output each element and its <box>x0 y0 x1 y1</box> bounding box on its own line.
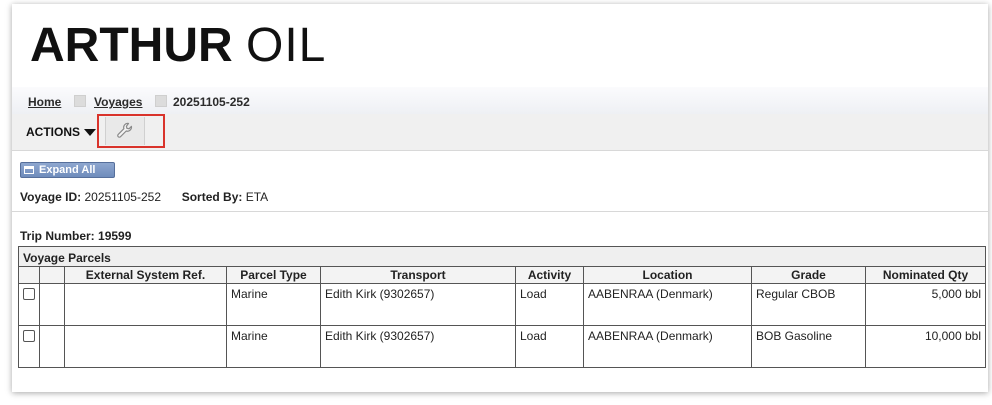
wrench-icon <box>117 122 133 138</box>
select-column-header <box>18 266 40 284</box>
nominated-qty-cell: 10,000 bbl <box>865 325 986 368</box>
tools-button[interactable] <box>105 117 145 145</box>
transport-cell: Edith Kirk (9302657) <box>320 283 516 326</box>
external-ref-cell <box>64 283 227 326</box>
voyage-parcels-table: Voyage Parcels External System Ref. Parc… <box>18 246 986 368</box>
divider <box>12 211 988 212</box>
row-select-cell <box>18 283 40 326</box>
actions-menu-button[interactable]: ACTIONS <box>26 125 96 139</box>
nominated-qty-cell: 5,000 bbl <box>865 283 986 326</box>
column-header-activity[interactable]: Activity <box>515 266 584 284</box>
expand-all-label: Expand All <box>39 164 96 176</box>
external-ref-cell <box>64 325 227 368</box>
expand-icon <box>24 166 34 174</box>
column-header-location[interactable]: Location <box>583 266 752 284</box>
trip-number-label: Trip Number: <box>20 229 95 243</box>
parcel-type-cell: Marine <box>226 283 321 326</box>
column-header-grade[interactable]: Grade <box>751 266 866 284</box>
trip-number: Trip Number: 19599 <box>20 229 131 243</box>
location-cell: AABENRAA (Denmark) <box>583 283 752 326</box>
column-header-parcel-type[interactable]: Parcel Type <box>226 266 321 284</box>
blank-cell <box>39 325 65 368</box>
column-header-nominated-qty[interactable]: Nominated Qty <box>865 266 986 284</box>
row-checkbox[interactable] <box>23 330 35 342</box>
breadcrumb-separator-icon <box>74 95 86 107</box>
breadcrumb-voyages[interactable]: Voyages <box>94 95 142 109</box>
voyage-id-value: 20251105-252 <box>84 190 161 204</box>
trip-number-value: 19599 <box>98 229 132 243</box>
table-header-row: External System Ref. Parcel Type Transpo… <box>18 266 986 284</box>
activity-cell: Load <box>515 283 584 326</box>
voyage-id-label: Voyage ID: <box>20 190 82 204</box>
column-header-external-ref[interactable]: External System Ref. <box>64 266 227 284</box>
parcel-type-cell: Marine <box>226 325 321 368</box>
column-header-transport[interactable]: Transport <box>320 266 516 284</box>
activity-cell: Load <box>515 325 584 368</box>
breadcrumb-home[interactable]: Home <box>28 95 61 109</box>
breadcrumb-separator-icon <box>155 95 167 107</box>
transport-cell: Edith Kirk (9302657) <box>320 325 516 368</box>
location-cell: AABENRAA (Denmark) <box>583 325 752 368</box>
expand-all-button[interactable]: Expand All <box>20 162 115 178</box>
actions-label: ACTIONS <box>26 125 80 139</box>
table-caption: Voyage Parcels <box>18 246 986 267</box>
table-row: Marine Edith Kirk (9302657) Load AABENRA… <box>18 283 986 326</box>
row-select-cell <box>18 325 40 368</box>
row-checkbox[interactable] <box>23 288 35 300</box>
company-logo: ARTHUR OIL <box>30 19 327 72</box>
app-window: ARTHUR OIL Home Voyages 20251105-252 ACT… <box>12 4 988 392</box>
grade-cell: Regular CBOB <box>751 283 866 326</box>
sorted-by-label: Sorted By: <box>181 190 243 204</box>
voyage-meta: Voyage ID: 20251105-252 Sorted By: ETA <box>20 190 268 204</box>
blank-cell <box>39 283 65 326</box>
blank-column-header <box>39 266 65 284</box>
caret-down-icon <box>84 129 96 137</box>
breadcrumb-current: 20251105-252 <box>173 95 250 109</box>
action-toolbar: ACTIONS <box>12 114 988 151</box>
sorted-by-value: ETA <box>245 190 269 204</box>
table-row: Marine Edith Kirk (9302657) Load AABENRA… <box>18 325 986 368</box>
table-caption-row: Voyage Parcels <box>18 246 986 267</box>
grade-cell: BOB Gasoline <box>751 325 866 368</box>
breadcrumb: Home Voyages 20251105-252 <box>12 87 988 115</box>
